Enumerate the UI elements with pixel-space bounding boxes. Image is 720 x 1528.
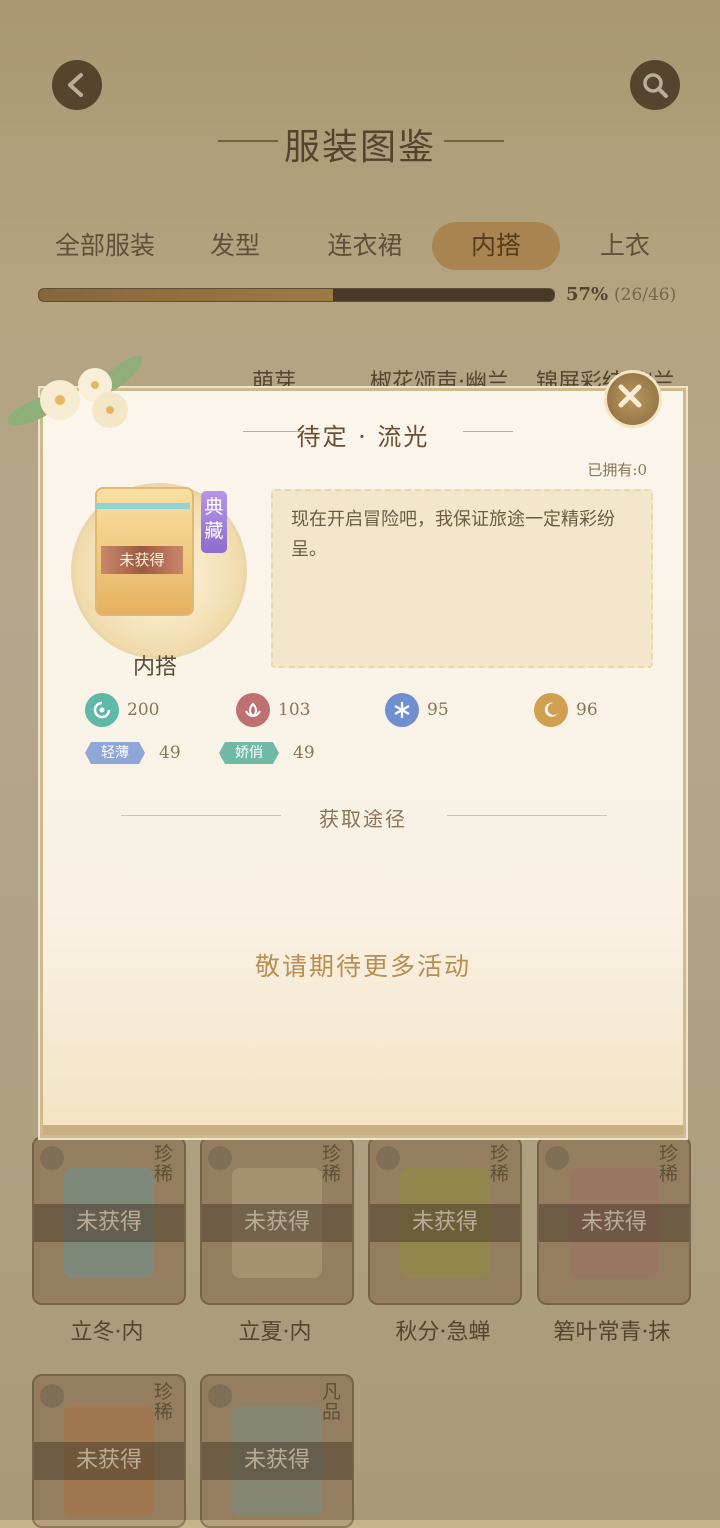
stat-value: 96: [576, 700, 598, 720]
stat-warm: 96: [534, 693, 598, 727]
flower-decoration-icon: [7, 355, 143, 428]
close-button[interactable]: [604, 370, 662, 428]
swirl-icon: [85, 693, 119, 727]
tag-value: 49: [293, 743, 315, 763]
unobtained-label: 未获得: [101, 546, 183, 574]
moon-icon: [534, 693, 568, 727]
modal-border: [43, 1125, 683, 1135]
close-icon: [618, 384, 642, 408]
item-ribbon: [95, 503, 190, 509]
tag-label: 轻薄: [85, 742, 145, 764]
stat-cool: 95: [385, 693, 449, 727]
tag-light: 轻薄 49: [85, 741, 181, 765]
description-text: 现在开启冒险吧，我保证旅途一定精彩纷呈。: [291, 509, 615, 560]
lotus-icon: [236, 693, 270, 727]
stat-fresh: 200: [85, 693, 159, 727]
title-deco-right: [463, 431, 513, 432]
tag-value: 49: [159, 743, 181, 763]
tag-cute: 娇俏 49: [219, 741, 315, 765]
source-empty-message: 敬请期待更多活动: [254, 952, 471, 981]
item-detail-modal: 待定 · 流光 已拥有:0 未获得 典藏 内搭 现在开启冒险吧，我保证旅途一定精…: [40, 388, 686, 1138]
stat-value: 103: [278, 700, 311, 720]
section-deco-right: [447, 815, 607, 816]
stat-value: 200: [127, 700, 160, 720]
stat-elegant: 103: [236, 693, 310, 727]
description-box: 现在开启冒险吧，我保证旅途一定精彩纷呈。: [271, 489, 653, 668]
rarity-badge: 典藏: [201, 491, 227, 553]
stat-value: 95: [427, 700, 449, 720]
item-type: 内搭: [133, 655, 178, 680]
owned-count: 已拥有:0: [587, 461, 647, 479]
source-title: 获取途径: [319, 807, 407, 831]
tag-label: 娇俏: [219, 742, 279, 764]
snowflake-icon: [385, 693, 419, 727]
